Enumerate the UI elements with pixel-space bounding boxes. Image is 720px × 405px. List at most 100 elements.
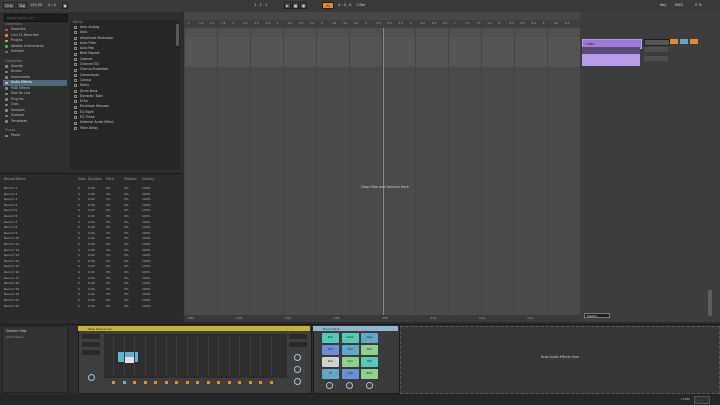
table-row[interactable]: Record 4 S 0:00 0% 0% 100% (0, 203, 182, 208)
track-activator-button[interactable] (670, 39, 678, 44)
key-map-button[interactable]: Key (660, 2, 666, 9)
track-arm-button[interactable] (690, 39, 698, 44)
table-row[interactable]: Record 19 S 0:00 0% 0% 100% (0, 287, 182, 292)
macro-knob-2[interactable] (346, 382, 353, 389)
table-row[interactable]: Record 21 S 0:00 0% 0% 100% (0, 298, 182, 303)
swing-knob[interactable] (88, 374, 95, 381)
column-header[interactable]: Position (124, 177, 136, 181)
file-item[interactable]: Filter Delay (70, 126, 180, 131)
device-title-bar[interactable]: Drum Rack (313, 326, 398, 331)
track-pan[interactable] (644, 47, 668, 52)
step-toggle[interactable] (175, 381, 178, 384)
search-input[interactable]: Search (Cmd + F) (4, 14, 68, 22)
column-header[interactable]: Slots (78, 177, 86, 181)
macro-knob-1[interactable] (326, 382, 333, 389)
chance-knob[interactable] (294, 366, 301, 373)
step-toggle[interactable] (259, 381, 262, 384)
drum-pad[interactable]: Kick (322, 333, 339, 343)
table-row[interactable]: Record 2 S 0:00 0% 0% 100% (0, 192, 182, 197)
drum-pad[interactable]: FX (322, 369, 339, 379)
drum-pad[interactable]: Crsh (341, 369, 359, 379)
track-monitor-box[interactable] (582, 54, 640, 66)
step-toggle[interactable] (217, 381, 220, 384)
track-input-select[interactable] (582, 47, 640, 54)
table-row[interactable]: Record 12 S 0:00 0% 0% 100% (0, 248, 182, 253)
step-toggle[interactable] (185, 381, 189, 384)
track-solo-button[interactable] (680, 39, 688, 44)
midi-map-button[interactable]: MIDI (675, 2, 683, 9)
column-header[interactable]: Pitch (106, 177, 114, 181)
drum-pad[interactable]: Perc (322, 357, 339, 367)
vertical-scrollbar[interactable] (708, 290, 712, 316)
drum-pad[interactable]: Shk (361, 357, 378, 367)
table-row[interactable]: Record 7 S 0:00 0% 0% 100% (0, 220, 182, 225)
metronome-icon[interactable]: ● (62, 2, 68, 9)
step-toggle[interactable] (164, 381, 168, 384)
record-icon[interactable]: ● (300, 2, 307, 9)
table-row[interactable]: Record 6 S 0:00 0% 0% 100% (0, 214, 182, 219)
macro-knob-3[interactable] (366, 382, 373, 389)
step-toggle[interactable] (143, 381, 147, 384)
length-select[interactable] (82, 350, 100, 355)
step-toggle[interactable] (122, 381, 126, 384)
loop-button[interactable]: ⟲ (322, 2, 334, 9)
table-row[interactable]: Record 9 S 0:00 0% 0% 100% (0, 231, 182, 236)
collection-untitled[interactable]: Untitled (3, 49, 67, 55)
tap-button[interactable]: Tap (17, 2, 27, 9)
link-button[interactable]: Link (3, 2, 15, 9)
drum-pad[interactable]: Rim (361, 345, 378, 355)
table-row[interactable]: Record 14 S 0:00 0% 0% 100% (0, 259, 182, 264)
column-header[interactable]: Duration (88, 177, 102, 181)
table-row[interactable]: Record 16 S 0:00 0% 0% 100% (0, 270, 182, 275)
browser-scrollbar[interactable] (176, 24, 179, 46)
master-track-label[interactable]: Master (584, 313, 610, 318)
time-ruler[interactable]: 0:00 0:02 0:04 0:06 0:08 0:10 0:12 0:14 (184, 315, 580, 322)
table-row[interactable]: Record 11 S 0:00 0% 0% 100% (0, 242, 182, 247)
rate-select[interactable] (82, 342, 100, 347)
track-send[interactable] (644, 56, 668, 61)
stop-icon[interactable]: ■ (292, 2, 299, 9)
step-toggle[interactable] (112, 381, 115, 384)
drum-pad[interactable]: Cym (341, 357, 359, 367)
step-toggle[interactable] (206, 381, 210, 384)
drum-pad[interactable]: Tom (341, 345, 359, 355)
column-header[interactable]: Velocity (142, 177, 155, 181)
gate-knob[interactable] (294, 354, 301, 361)
step-toggle[interactable] (248, 381, 252, 384)
step-toggle[interactable] (269, 381, 273, 384)
play-icon[interactable]: ▶ (284, 2, 291, 9)
category-templates[interactable]: Templates (3, 119, 67, 125)
view-toggle-icon[interactable] (694, 396, 710, 404)
table-row[interactable]: Record 1 S 0:00 0% 0% 100% (0, 186, 182, 191)
mode-select[interactable] (82, 334, 100, 339)
step-toggle[interactable] (196, 381, 199, 384)
signature-field[interactable]: 4 / 4 (48, 2, 56, 9)
table-row[interactable]: Record 22 S 0:00 0% 0% 100% (0, 304, 182, 309)
step-toggle[interactable] (133, 381, 136, 384)
column-header[interactable]: Record Name (4, 177, 25, 181)
arrangement-position[interactable]: 1 . 1 . 1 (254, 2, 267, 9)
table-row[interactable]: Record 15 S 0:00 0% 0% 100% (0, 264, 182, 269)
bpm-field[interactable]: 120.00 (30, 2, 42, 9)
step-toggle[interactable] (227, 381, 231, 384)
drum-pad[interactable]: Clap (361, 333, 378, 343)
table-row[interactable]: Record 13 S 0:00 0% 0% 100% (0, 253, 182, 258)
loop-end-field[interactable]: 4 . 0 . 0 (338, 2, 351, 9)
selected-step[interactable] (124, 357, 134, 363)
table-row[interactable]: Record 10 S 0:00 0% 0% 100% (0, 236, 182, 241)
step-toggle[interactable] (154, 381, 157, 384)
step-toggle[interactable] (238, 381, 241, 384)
device-title-bar[interactable]: Step Sequencer (78, 326, 310, 331)
place-packs[interactable]: Packs (3, 133, 67, 139)
drum-pad[interactable]: Ride (361, 369, 378, 379)
playhead[interactable] (383, 28, 384, 315)
table-row[interactable]: Record 20 S 0:00 0% 0% 100% (0, 292, 182, 297)
table-row[interactable]: Record 8 S 0:00 0% 0% 100% (0, 225, 182, 230)
drum-pad[interactable]: Hat (322, 345, 339, 355)
table-row[interactable]: Record 5 S 0:00 0% 0% 100% (0, 208, 182, 213)
table-row[interactable]: Record 17 S 0:00 0% 0% 100% (0, 276, 182, 281)
output-select[interactable] (289, 334, 307, 339)
quantize-select[interactable]: 1 Bar (356, 2, 365, 9)
table-row[interactable]: Record 18 S 0:00 0% 0% 100% (0, 281, 182, 286)
table-row[interactable]: Record 3 S 0:00 0% 0% 100% (0, 197, 182, 202)
